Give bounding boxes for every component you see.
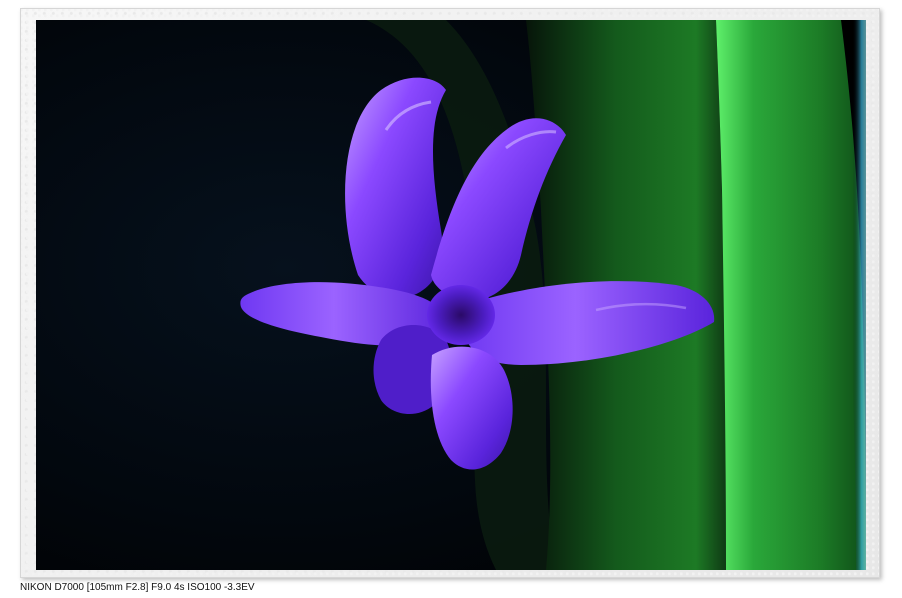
photo-caption: NIKON D7000 [105mm F2.8] F9.0 4s ISO100 … [20, 582, 255, 593]
hyacinth-flower-icon [36, 20, 866, 570]
photo-page: NIKON D7000 [105mm F2.8] F9.0 4s ISO100 … [0, 0, 902, 598]
photo-image [36, 20, 866, 570]
